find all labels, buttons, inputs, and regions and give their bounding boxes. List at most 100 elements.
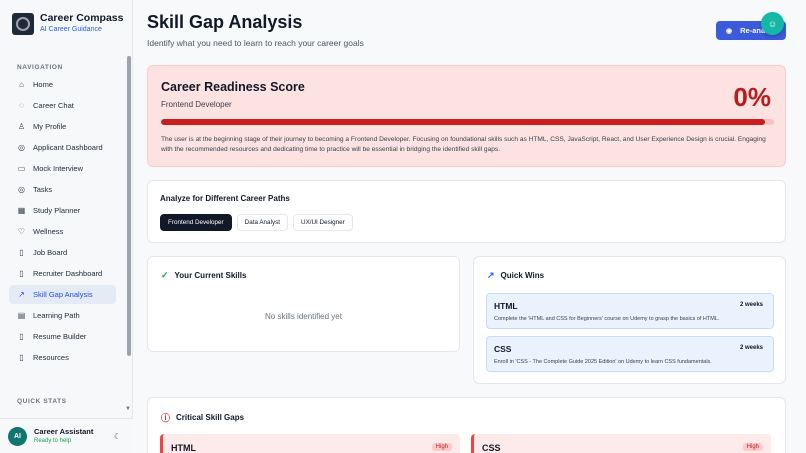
book-icon: ▤ [17,311,26,320]
priority-badge: High [431,443,452,451]
quick-win-description: Complete the 'HTML and CSS for Beginners… [494,316,720,322]
heart-icon: ♡ [17,227,26,236]
quick-wins-title: Quick Wins [500,271,545,280]
quick-wins-header: ↗ Quick Wins [487,270,544,281]
brand-title: Career Compass [40,12,124,24]
skills-empty-message: No skills identified yet [265,312,342,321]
sidebar: Career Compass AI Career Guidance NAVIGA… [0,0,133,453]
trending-up-icon: ↗ [18,290,25,299]
path-ux-ui-designer-button[interactable]: UX/UI Designer [293,214,353,231]
quick-stats-heading: QUICK STATS [17,398,67,405]
nav-heading: NAVIGATION [17,64,63,71]
video-icon: ▭ [17,164,26,173]
theme-toggle-icon[interactable]: ☾ [114,432,121,441]
trending-up-icon: ↗ [487,270,495,280]
assistant-fab-button[interactable]: ☺ [761,12,784,35]
scroll-down-icon[interactable]: ▼ [125,406,131,412]
bot-icon: ☺ [767,18,778,29]
home-icon: ⌂ [19,80,24,89]
file-icon: ▯ [19,353,24,362]
sidebar-item-applicant-dashboard[interactable]: ◎ Applicant Dashboard [9,138,116,157]
skill-gap-item[interactable]: HTML High [160,434,460,453]
priority-badge: High [742,443,763,451]
sidebar-item-label: My Profile [33,122,67,131]
readiness-title: Career Readiness Score [161,80,305,94]
calendar-icon: ▦ [17,206,26,215]
current-skills-header: ✓ Your Current Skills [161,270,246,281]
readiness-progress [161,119,774,125]
assistant-name: Career Assistant [34,427,94,436]
sidebar-item-label: Wellness [33,227,64,236]
sidebar-item-label: Applicant Dashboard [33,143,103,152]
target-icon: ◎ [18,185,25,194]
sidebar-item-label: Career Chat [33,101,74,110]
sidebar-item-label: Skill Gap Analysis [33,290,93,299]
sidebar-item-job-board[interactable]: ▯ Job Board [9,243,116,262]
sidebar-item-label: Resources [33,353,69,362]
sidebar-item-recruiter-dashboard[interactable]: ▯ Recruiter Dashboard [9,264,116,283]
career-path-options: Frontend Developer Data Analyst UX/UI De… [160,214,358,231]
sidebar-item-label: Mock Interview [33,164,84,173]
readiness-role: Frontend Developer [161,100,232,109]
readiness-score: 0% [733,82,771,112]
current-skills-card: ✓ Your Current Skills No skills identifi… [147,256,460,352]
sidebar-item-label: Recruiter Dashboard [33,269,103,278]
sidebar-item-label: Tasks [33,185,53,194]
quick-win-duration: 2 weeks [739,345,763,351]
path-frontend-developer-button[interactable]: Frontend Developer [160,214,232,231]
readiness-card: Career Readiness Score Frontend Develope… [147,65,786,167]
file-icon: ▯ [19,332,24,341]
current-skills-title: Your Current Skills [174,271,247,280]
file-icon: ▯ [19,248,24,257]
skill-gap-title: HTML [171,443,196,453]
sidebar-item-label: Job Board [33,248,68,257]
quick-win-title: CSS [494,344,512,354]
sidebar-item-study-planner[interactable]: ▦ Study Planner [9,201,116,220]
career-paths-card: Analyze for Different Career Paths Front… [147,180,786,243]
critical-gaps-header: ⓘ Critical Skill Gaps [161,411,244,424]
sidebar-item-label: Home [33,80,54,89]
sidebar-item-wellness[interactable]: ♡ Wellness [9,222,116,241]
readiness-progress-fill [161,119,765,125]
refresh-icon: ◉ [726,27,733,35]
sidebar-item-home[interactable]: ⌂ Home [9,75,116,94]
sidebar-item-resume-builder[interactable]: ▯ Resume Builder [9,327,116,346]
quick-win-duration: 2 weeks [739,302,763,308]
sidebar-item-my-profile[interactable]: ♙ My Profile [9,117,116,136]
sidebar-nav: ⌂ Home ◌ Career Chat ♙ My Profile ◎ Applican… [9,75,116,369]
file-icon: ▯ [19,269,24,278]
page-title: Skill Gap Analysis [147,12,303,32]
assistant-status: Ready to help [34,438,72,444]
quick-wins-card: ↗ Quick Wins HTML 2 weeks Complete the '… [473,256,786,384]
brand[interactable]: Career Compass AI Career Guidance [12,12,123,35]
sidebar-item-career-chat[interactable]: ◌ Career Chat [9,96,116,115]
sidebar-item-resources[interactable]: ▯ Resources [9,348,116,367]
assistant-profile[interactable]: AI Career Assistant Ready to help ☾ [0,418,133,453]
path-data-analyst-button[interactable]: Data Analyst [236,214,289,231]
career-paths-title: Analyze for Different Career Paths [160,194,290,203]
quick-win-description: Enroll in 'CSS - The Complete Guide 2025… [494,359,712,365]
sidebar-item-skill-gap-analysis[interactable]: ↗ Skill Gap Analysis [9,285,116,304]
quick-win-item[interactable]: CSS 2 weeks Enroll in 'CSS - The Complet… [486,336,774,372]
brand-logo [12,12,34,35]
sidebar-item-mock-interview[interactable]: ▭ Mock Interview [9,159,116,178]
sidebar-item-learning-path[interactable]: ▤ Learning Path [9,306,116,325]
user-icon: ♙ [17,122,26,131]
skill-gap-item[interactable]: CSS High [471,434,771,453]
sidebar-item-label: Resume Builder [33,332,87,341]
check-circle-icon: ✓ [161,270,169,280]
critical-gaps-card: ⓘ Critical Skill Gaps HTML High CSS High [147,397,786,453]
skill-gap-title: CSS [482,443,501,453]
sidebar-item-tasks[interactable]: ◎ Tasks [9,180,116,199]
quick-win-item[interactable]: HTML 2 weeks Complete the 'HTML and CSS … [486,293,774,329]
sidebar-item-label: Learning Path [33,311,80,320]
page-subtitle: Identify what you need to learn to reach… [147,38,364,48]
target-icon: ◎ [18,143,25,152]
avatar: AI [8,426,27,446]
alert-circle-icon: ⓘ [161,413,171,423]
chat-icon: ◌ [19,101,24,110]
readiness-description: The user is at the beginning stage of th… [161,136,766,153]
quick-win-title: HTML [494,301,518,311]
sidebar-item-label: Study Planner [33,206,81,215]
sidebar-scrollbar[interactable] [127,56,131,356]
